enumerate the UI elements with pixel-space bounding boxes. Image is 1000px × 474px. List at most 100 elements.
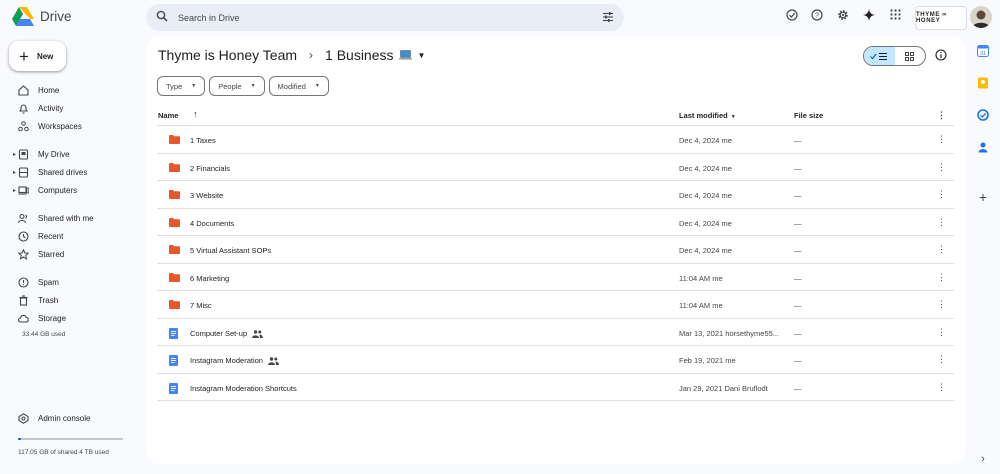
nav-label: Shared drives (38, 167, 88, 177)
people-filter-chip[interactable]: People ▼ (209, 76, 265, 96)
settings-gear-icon[interactable] (837, 9, 849, 21)
breadcrumb-separator-icon: › (309, 48, 314, 62)
shared-people-icon (252, 329, 264, 338)
expand-caret-icon[interactable]: ▸ (13, 187, 16, 194)
folder-row[interactable]: 3 Website Dec 4, 2024 me — ⋮ (157, 181, 954, 209)
file-size-cell: — (794, 136, 802, 145)
file-name[interactable]: 3 Website (190, 191, 223, 200)
file-row[interactable]: Instagram Moderation Feb 19, 2021 me — ⋮ (157, 346, 954, 374)
file-name[interactable]: Computer Set-up (190, 329, 264, 338)
file-name[interactable]: 4 Documents (190, 219, 234, 228)
more-actions-icon[interactable]: ⋮ (937, 135, 946, 144)
file-name[interactable]: 2 Financials (190, 164, 230, 173)
nav-label: Workspaces (38, 121, 82, 131)
modified-filter-chip[interactable]: Modified ▼ (268, 76, 329, 96)
admin-console-icon (18, 413, 29, 424)
drive-logo[interactable]: Drive (12, 7, 72, 26)
more-actions-icon[interactable]: ⋮ (937, 382, 946, 392)
search-icon[interactable] (156, 10, 168, 22)
file-row[interactable]: Instagram Moderation Shortcuts Jan 29, 20… (157, 374, 954, 401)
file-name-text: 4 Documents (190, 218, 235, 228)
type-filter-chip[interactable]: Type ▼ (157, 76, 206, 96)
file-size-column-header[interactable]: File size (794, 111, 823, 120)
last-modified-cell: Dec 4, 2024 me (679, 246, 732, 255)
file-name[interactable]: 1 Taxes (190, 136, 216, 145)
file-size-cell: — (794, 163, 802, 173)
more-actions-icon[interactable]: ⋮ (937, 300, 946, 309)
nav-label: Shared with me (38, 213, 94, 223)
dropdown-arrow-icon: ▼ (191, 83, 197, 89)
nav-label: My Drive (38, 149, 70, 159)
column-options-more-icon[interactable]: ⋮ (937, 111, 946, 120)
sort-ascending-icon[interactable]: ↑ (193, 109, 198, 119)
file-name[interactable]: 7 Misc (190, 301, 212, 310)
file-name[interactable]: Instagram Moderation (190, 356, 279, 366)
storage-used-text: 33.44 GB used (22, 331, 66, 338)
organization-logo[interactable]: THYME ∞ HONEY (915, 6, 967, 30)
offline-status-icon[interactable] (786, 9, 798, 21)
new-button[interactable]: + New (9, 41, 66, 71)
last-modified-cell: Dec 4, 2024 me (679, 163, 732, 173)
tasks-icon[interactable] (977, 109, 989, 121)
account-avatar[interactable] (970, 6, 992, 28)
shared-people-icon (267, 357, 279, 366)
search-bar[interactable] (146, 4, 624, 31)
folder-row[interactable]: 5 Virtual Assistant SOPs Dec 4, 2024 me — ⋮ (157, 236, 954, 264)
add-addon-plus-icon[interactable]: + (977, 190, 989, 204)
folder-row[interactable]: 1 Taxes Dec 4, 2024 me — ⋮ (157, 126, 954, 154)
chip-label: Type (166, 81, 183, 91)
keep-icon[interactable] (977, 77, 989, 89)
nav-label: Home (38, 85, 60, 95)
nav-label: Trash (38, 295, 59, 305)
last-modified-cell: 11:04 AM me (679, 273, 723, 283)
gemini-sparkle-icon[interactable] (863, 9, 875, 21)
file-name[interactable]: Instagram Moderation Shortcuts (190, 384, 297, 393)
more-actions-icon[interactable]: ⋮ (937, 272, 946, 282)
help-icon[interactable]: ? (811, 9, 823, 21)
expand-caret-icon[interactable]: ▸ (13, 169, 16, 176)
file-size-cell: — (794, 191, 802, 200)
more-actions-icon[interactable]: ⋮ (937, 162, 946, 172)
file-name-text: 5 Virtual Assistant SOPs (190, 246, 272, 255)
more-actions-icon[interactable]: ⋮ (937, 217, 946, 227)
file-name[interactable]: 6 Marketing (190, 274, 229, 283)
file-row[interactable]: Computer Set-up Mar 13, 2021 horsethyme55… (157, 319, 954, 346)
expand-caret-icon[interactable]: ▸ (13, 151, 16, 158)
more-actions-icon[interactable]: ⋮ (937, 245, 946, 254)
info-icon[interactable] (935, 49, 947, 61)
contacts-icon[interactable] (977, 141, 989, 153)
grid-view-button[interactable] (895, 47, 926, 65)
last-modified-cell: Dec 4, 2024 me (679, 218, 732, 228)
list-view-button[interactable] (864, 47, 895, 65)
breadcrumb: Thyme is Honey Team › 1 Business ▼ (158, 47, 425, 63)
name-column-header[interactable]: Name (158, 111, 178, 120)
expand-side-panel-icon[interactable]: › (977, 453, 989, 465)
last-modified-column-header[interactable]: Last modified ▼ (679, 111, 736, 120)
apps-grid-icon[interactable] (890, 9, 901, 20)
drive-logo-icon (12, 7, 34, 26)
new-button-label: New (36, 51, 54, 61)
more-actions-icon[interactable]: ⋮ (937, 327, 946, 337)
folder-icon (169, 272, 180, 282)
folder-row[interactable]: 6 Marketing 11:04 AM me — ⋮ (157, 264, 954, 291)
laptop-emoji-icon (398, 50, 412, 60)
calendar-icon[interactable]: 31 (977, 45, 989, 57)
home-icon (18, 85, 29, 96)
file-size-cell: — (794, 218, 802, 228)
folder-menu-caret-icon[interactable]: ▼ (418, 51, 426, 60)
file-name[interactable]: 5 Virtual Assistant SOPs (190, 246, 271, 255)
folder-row[interactable]: 2 Financials Dec 4, 2024 me — ⋮ (157, 154, 954, 181)
file-list-header: Name ↑ Last modified ▼ File size ⋮ (157, 104, 954, 126)
folder-row[interactable]: 7 Misc 11:04 AM me — ⋮ (157, 291, 954, 319)
search-options-icon[interactable] (602, 11, 614, 23)
filter-chips: Type ▼ People ▼ Modified ▼ (157, 76, 329, 96)
more-actions-icon[interactable]: ⋮ (937, 355, 946, 364)
folder-icon (169, 190, 180, 199)
breadcrumb-current[interactable]: 1 Business (325, 47, 393, 63)
star-icon (18, 249, 29, 260)
search-input[interactable] (178, 4, 578, 31)
folder-row[interactable]: 4 Documents Dec 4, 2024 me — ⋮ (157, 209, 954, 236)
more-actions-icon[interactable]: ⋮ (937, 190, 946, 199)
view-toggle[interactable] (863, 46, 926, 66)
breadcrumb-parent[interactable]: Thyme is Honey Team (158, 47, 297, 63)
